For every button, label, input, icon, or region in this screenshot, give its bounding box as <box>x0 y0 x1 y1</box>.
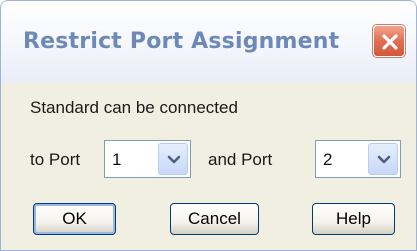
first-port-dropdown-button[interactable] <box>158 143 188 175</box>
title-bar[interactable]: Restrict Port Assignment <box>1 1 416 83</box>
message-text: Standard can be connected <box>30 98 238 117</box>
second-port-select[interactable]: 2 <box>315 140 401 178</box>
close-icon <box>382 34 398 50</box>
first-port-select[interactable]: 1 <box>104 140 191 178</box>
close-button[interactable] <box>373 25 405 57</box>
ok-button[interactable]: OK <box>33 203 116 235</box>
and-port-label: and Port <box>208 150 273 169</box>
dialog-title: Restrict Port Assignment <box>23 29 340 54</box>
second-port-value: 2 <box>323 150 333 169</box>
restrict-port-dialog: Restrict Port Assignment Standard can be… <box>0 0 417 251</box>
second-port-dropdown-button[interactable] <box>368 143 398 175</box>
to-port-label: to Port <box>30 150 81 169</box>
cancel-button[interactable]: Cancel <box>170 203 259 235</box>
help-button[interactable]: Help <box>312 203 395 235</box>
chevron-down-icon <box>377 155 391 164</box>
first-port-value: 1 <box>112 150 122 169</box>
chevron-down-icon <box>167 155 181 164</box>
